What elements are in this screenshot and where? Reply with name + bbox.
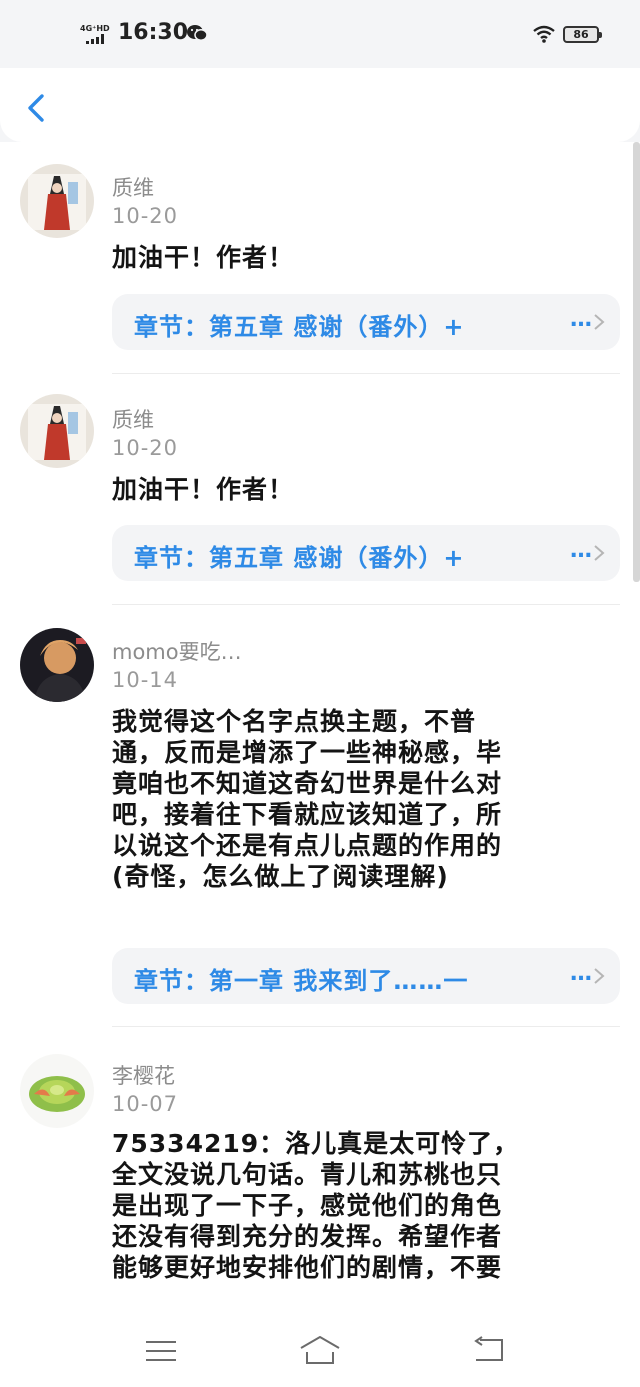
avatar[interactable] <box>20 164 94 238</box>
comment-body: 75334219：洛儿真是太可怜了， 全文没说几句话。青儿和苏桃也只 是出现了一… <box>112 1128 607 1283</box>
chapter-ellipsis: … <box>570 538 592 563</box>
comment-body: 我觉得这个名字点换主题，不普 通，反而是增添了一些神秘感，毕 竟咱也不知道这奇幻… <box>112 706 607 892</box>
comment-line: 75334219：洛儿真是太可怜了， <box>112 1129 520 1158</box>
comment-line: 竟咱也不知道这奇幻世界是什么对 <box>112 769 503 798</box>
comment-list: 质维 10-20 加油干！作者！ 章节：第五章 感谢（番外）+ … 质维 10-… <box>0 142 640 1330</box>
chapter-link[interactable]: 章节：第五章 感谢（番外）+ … <box>112 294 620 350</box>
comment-line: 我觉得这个名字点换主题，不普 <box>112 707 477 736</box>
system-nav-bar <box>0 1330 640 1387</box>
status-bar: 4G⁺HD 16:30 86 <box>0 0 640 70</box>
divider <box>112 604 620 605</box>
chevron-right-icon <box>594 968 605 984</box>
avatar-image <box>20 628 94 702</box>
return-icon[interactable] <box>470 1336 506 1364</box>
avatar[interactable] <box>20 394 94 468</box>
comment-line: 加油干！作者！ <box>112 243 295 272</box>
wifi-icon <box>533 25 555 43</box>
comment-line: 吧，接着往下看就应该知道了，所 <box>112 800 503 829</box>
comment-item: momo要吃… 10-14 我觉得这个名字点换主题，不普 通，反而是增添了一些神… <box>0 606 640 1027</box>
chapter-ellipsis: … <box>570 961 592 986</box>
top-bar: 4G⁺HD 16:30 86 <box>0 0 640 142</box>
comment-line: 能够更好地安排他们的剧情，不要 <box>112 1253 503 1282</box>
avatar-image <box>20 164 94 238</box>
chapter-link[interactable]: 章节：第五章 感谢（番外）+ … <box>112 525 620 581</box>
back-icon[interactable] <box>20 88 50 128</box>
chapter-label: 章节：第五章 感谢（番外）+ <box>134 544 465 572</box>
wechat-icon <box>187 25 208 41</box>
comment-item: 质维 10-20 加油干！作者！ 章节：第五章 感谢（番外）+ … <box>0 374 640 606</box>
avatar-image <box>20 1054 94 1128</box>
menu-icon[interactable] <box>144 1338 178 1364</box>
comment-body: 加油干！作者！ <box>112 474 607 505</box>
home-icon[interactable] <box>298 1334 342 1366</box>
signal-icon: 4G⁺HD <box>80 24 110 46</box>
comment-line: 加油干！作者！ <box>112 475 295 504</box>
clock: 16:30 <box>118 20 189 45</box>
chevron-right-icon <box>594 314 605 330</box>
comment-date: 10-07 <box>112 1092 179 1116</box>
battery-indicator: 86 <box>563 26 602 43</box>
avatar[interactable] <box>20 628 94 702</box>
chevron-right-icon <box>594 545 605 561</box>
username[interactable]: 质维 <box>112 172 154 202</box>
comment-line: 以说这个还是有点儿点题的作用的 <box>112 831 503 860</box>
comment-line: 还没有得到充分的发挥。希望作者 <box>112 1222 503 1251</box>
username[interactable]: momo要吃… <box>112 636 242 666</box>
comment-item: 质维 10-20 加油干！作者！ 章节：第五章 感谢（番外）+ … <box>0 142 640 374</box>
chapter-label: 章节：第一章 我来到了……一 <box>134 967 469 995</box>
comment-line: (奇怪，怎么做上了阅读理解) <box>112 862 449 891</box>
comment-date: 10-20 <box>112 436 179 460</box>
comment-item: 李樱花 10-07 75334219：洛儿真是太可怜了， 全文没说几句话。青儿和… <box>0 1030 640 1330</box>
chapter-label: 章节：第五章 感谢（番外）+ <box>134 313 465 341</box>
comment-line: 全文没说几句话。青儿和苏桃也只 <box>112 1160 503 1189</box>
avatar-image <box>20 394 94 468</box>
username[interactable]: 李樱花 <box>112 1060 175 1090</box>
comment-body: 加油干！作者！ <box>112 242 607 273</box>
comment-line: 通，反而是增添了一些神秘感，毕 <box>112 738 503 767</box>
comment-date: 10-14 <box>112 668 179 692</box>
chapter-ellipsis: … <box>570 307 592 332</box>
comment-line: 是出现了一下子，感觉他们的角色 <box>112 1191 503 1220</box>
avatar[interactable] <box>20 1054 94 1128</box>
comment-date: 10-20 <box>112 204 179 228</box>
username[interactable]: 质维 <box>112 404 154 434</box>
divider <box>112 1026 620 1027</box>
chapter-link[interactable]: 章节：第一章 我来到了……一 … <box>112 948 620 1004</box>
network-type: 4G⁺HD <box>80 24 110 33</box>
nav-header <box>0 68 640 142</box>
